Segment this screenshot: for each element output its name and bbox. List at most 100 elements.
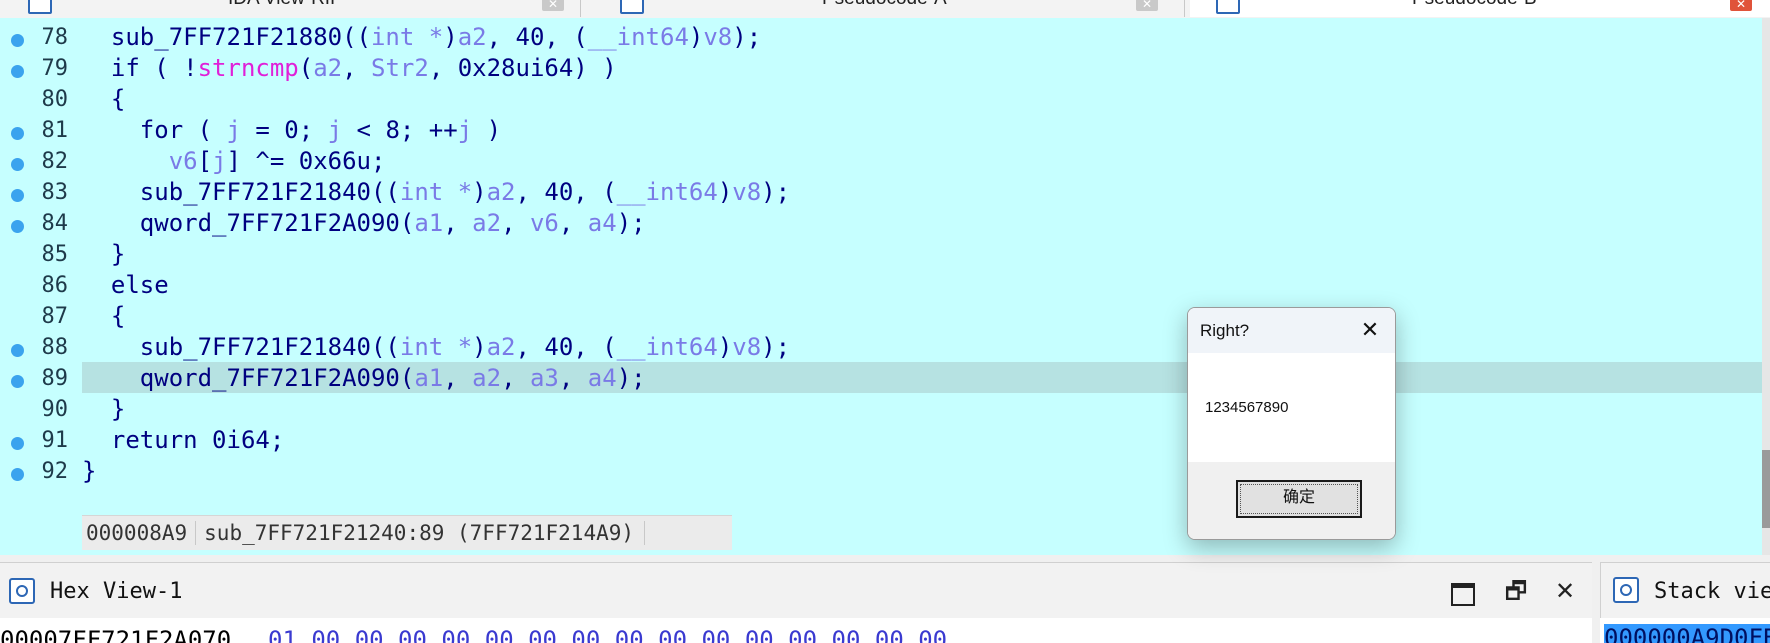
- code-token: ): [688, 23, 704, 51]
- code-line[interactable]: 88 sub_7FF721F21840((int *)a2, 40, (__in…: [0, 333, 1762, 364]
- tab-ida-view[interactable]: IDA View-RIP ✕: [0, 0, 581, 17]
- code-line[interactable]: 78 sub_7FF721F21880((int *)a2, 40, (__in…: [0, 23, 1762, 54]
- breakpoint-dot[interactable]: [11, 34, 24, 47]
- breakpoint-dot[interactable]: [11, 344, 24, 357]
- close-icon[interactable]: ✕: [1730, 0, 1752, 11]
- dialog-title: Right?: [1200, 321, 1250, 340]
- code-line[interactable]: 91 return 0i64;: [0, 426, 1762, 457]
- code-token: Str2: [371, 54, 429, 82]
- breakpoint-dot[interactable]: [11, 468, 24, 481]
- hex-view-header[interactable]: Hex View-1 🗗 ✕: [0, 562, 1592, 619]
- code-text: {: [82, 302, 126, 330]
- code-line[interactable]: 90 }: [0, 395, 1762, 426]
- panel-title: Stack view: [1654, 579, 1770, 604]
- breakpoint-dot[interactable]: [11, 127, 24, 140]
- line-number: 90: [41, 397, 69, 422]
- code-token: ): [472, 333, 487, 361]
- line-number: 88: [41, 335, 69, 360]
- status-offset: 000008A9: [82, 521, 197, 545]
- pseudocode-pane[interactable]: 78 sub_7FF721F21880((int *)a2, 40, (__in…: [0, 18, 1762, 555]
- restore-icon[interactable]: 🗗: [1503, 579, 1529, 605]
- code-token: v8: [732, 178, 762, 206]
- tab-strip: IDA View-RIP ✕ Pseudocode-A ✕ Pseudocode…: [0, 0, 1770, 18]
- code-token: a3: [529, 364, 559, 392]
- close-icon[interactable]: ✕: [1356, 317, 1384, 343]
- code-token: int *: [399, 178, 473, 206]
- dialog-message: 1234567890: [1205, 399, 1289, 416]
- code-text: sub_7FF721F21840((int *)a2, 40, (__int64…: [82, 333, 790, 361]
- line-number: 85: [41, 242, 69, 267]
- code-text: qword_7FF721F2A090(a1, a2, v6, a4);: [82, 209, 646, 237]
- tab-pseudocode-b[interactable]: Pseudocode-B ✕: [1190, 0, 1770, 17]
- code-token: v6: [168, 147, 198, 175]
- code-token: a2: [486, 178, 516, 206]
- code-line-current[interactable]: 89 qword_7FF721F2A090(a1, a2, a3, a4);: [0, 364, 1762, 395]
- code-token: = 0;: [240, 116, 328, 144]
- code-token: int *: [370, 23, 444, 51]
- breakpoint-dot[interactable]: [11, 158, 24, 171]
- breakpoint-dot[interactable]: [11, 189, 24, 202]
- code-token: sub_7FF721F21840((: [82, 178, 400, 206]
- code-token: (: [298, 54, 314, 82]
- code-token: a2: [472, 209, 502, 237]
- breakpoint-dot[interactable]: [11, 220, 24, 233]
- line-number: 84: [41, 211, 69, 236]
- close-icon[interactable]: ✕: [1136, 0, 1158, 11]
- code-text: for ( j = 0; j < 8; ++j ): [82, 116, 501, 144]
- close-icon[interactable]: ✕: [542, 0, 564, 11]
- code-line[interactable]: 80 {: [0, 85, 1762, 116]
- code-token: if ( !: [82, 54, 198, 82]
- tab-label: IDA View-RIP: [228, 0, 343, 10]
- line-number: 86: [41, 273, 69, 298]
- code-token: j: [226, 116, 241, 144]
- line-number: 82: [41, 149, 69, 174]
- panel-title: Hex View-1: [50, 579, 183, 604]
- code-token: qword_7FF721F2A090(: [82, 364, 415, 392]
- code-token: , 40, (: [515, 178, 617, 206]
- code-token: ): [472, 178, 487, 206]
- breakpoint-dot[interactable]: [11, 65, 24, 78]
- breakpoint-dot[interactable]: [11, 375, 24, 388]
- code-token: ): [717, 178, 733, 206]
- code-token: ,: [342, 54, 372, 82]
- close-icon[interactable]: ✕: [1552, 579, 1578, 605]
- breakpoint-dot[interactable]: [11, 437, 24, 450]
- hex-row[interactable]: 00007FF721F2A070 01 00 00 00 00 00 00 00…: [0, 618, 1592, 643]
- code-text: }: [82, 457, 97, 485]
- tab-label: Pseudocode-A: [822, 0, 947, 10]
- scrollbar-thumb[interactable]: [1762, 450, 1770, 528]
- tab-label: Pseudocode-B: [1412, 0, 1537, 10]
- code-token: strncmp: [197, 54, 299, 82]
- document-icon: [28, 0, 52, 14]
- code-line[interactable]: 83 sub_7FF721F21840((int *)a2, 40, (__in…: [0, 178, 1762, 209]
- code-line[interactable]: 92 }: [0, 457, 1762, 488]
- code-token: a1: [414, 364, 444, 392]
- hex-address: 00007FF721F2A070: [0, 626, 232, 643]
- stack-view-header[interactable]: Stack view: [1600, 562, 1770, 619]
- code-line[interactable]: 86 else: [0, 271, 1762, 302]
- code-token: ,: [558, 364, 588, 392]
- stack-row[interactable]: 000000A9D0FB: [1600, 618, 1770, 643]
- document-icon: [1216, 0, 1240, 14]
- code-line[interactable]: 79 if ( !strncmp(a2, Str2, 0x28ui64) ): [0, 54, 1762, 85]
- code-token: a2: [472, 364, 502, 392]
- ok-button[interactable]: 确定: [1236, 480, 1362, 518]
- line-number: 89: [41, 366, 69, 391]
- code-line[interactable]: 81 for ( j = 0; j < 8; ++j ): [0, 116, 1762, 147]
- code-token: ] ^= 0x66u;: [226, 147, 386, 175]
- code-token: a2: [457, 23, 487, 51]
- line-number: 87: [41, 304, 69, 329]
- tab-pseudocode-a[interactable]: Pseudocode-A ✕: [594, 0, 1185, 17]
- code-line[interactable]: 85 }: [0, 240, 1762, 271]
- document-icon: [620, 0, 644, 14]
- line-number: 78: [41, 25, 69, 50]
- code-token: sub_7FF721F21880((: [82, 23, 371, 51]
- maximize-icon[interactable]: [1451, 583, 1475, 606]
- code-line[interactable]: 82 v6[j] ^= 0x66u;: [0, 147, 1762, 178]
- stack-view-icon: [1613, 577, 1639, 603]
- code-token: );: [761, 333, 791, 361]
- code-token: a1: [414, 209, 444, 237]
- code-line[interactable]: 84 qword_7FF721F2A090(a1, a2, v6, a4);: [0, 209, 1762, 240]
- code-line[interactable]: 87 {: [0, 302, 1762, 333]
- code-token: sub_7FF721F21840((: [82, 333, 400, 361]
